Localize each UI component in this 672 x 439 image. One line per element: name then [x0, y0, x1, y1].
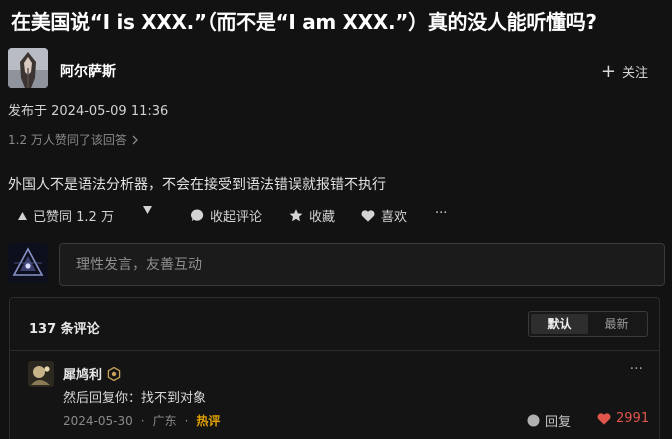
- follow-button[interactable]: + 关注: [600, 61, 648, 82]
- comment-item: 犀鸠利 ··· 然后回复你：找不到对象 2024-05-30 · 广东 · 热评…: [28, 361, 649, 439]
- downvote-button[interactable]: [143, 206, 152, 214]
- like-button[interactable]: 喜欢: [361, 206, 407, 225]
- author-row: 阿尔萨斯 + 关注: [8, 48, 664, 92]
- more-icon: ···: [435, 206, 448, 221]
- comment-count: 137 条评论: [29, 322, 100, 337]
- comment-bubble-icon: [191, 209, 204, 222]
- favorite-label: 收藏: [309, 210, 336, 225]
- sort-toggle: 默认 最新: [528, 311, 648, 337]
- answer-body: 外国人不是语法分析器，不会在接受到语法错误就报错不执行: [8, 177, 386, 193]
- question-title[interactable]: 在美国说“I is XXX.”（而不是“I am XXX.”）真的没人能听懂吗?: [11, 6, 597, 35]
- publish-time: 发布于 2024-05-09 11:36: [8, 104, 169, 119]
- sort-default-tab[interactable]: 默认: [531, 314, 588, 334]
- agree-summary-link[interactable]: 1.2 万人赞同了该回答: [8, 131, 139, 148]
- collapse-comments-label: 收起评论: [210, 210, 263, 225]
- follow-label: 关注: [621, 66, 648, 81]
- reply-label: 回复: [545, 415, 572, 430]
- agree-summary-text: 1.2 万人赞同了该回答: [8, 133, 127, 147]
- user-badge-icon: [107, 366, 121, 381]
- favorite-button[interactable]: 收藏: [289, 206, 335, 225]
- commenter-name[interactable]: 犀鸠利: [63, 364, 102, 383]
- triangle-down-icon: [143, 206, 152, 214]
- heart-icon: [361, 209, 375, 222]
- like-label: 喜欢: [381, 210, 408, 225]
- triangle-up-icon: [18, 211, 27, 220]
- comment-meta: 2024-05-30 · 广东 · 热评: [63, 412, 220, 429]
- plus-icon: +: [600, 61, 616, 82]
- author-avatar[interactable]: [8, 48, 48, 88]
- sort-latest-tab[interactable]: 最新: [588, 314, 645, 334]
- comment-like-count: 2991: [616, 411, 650, 426]
- meta-separator: ·: [140, 413, 145, 428]
- reply-button[interactable]: 回复: [527, 411, 571, 430]
- hot-comment-badge: 热评: [196, 414, 221, 428]
- comment-like-button[interactable]: 2991: [597, 411, 649, 426]
- chevron-right-icon: [132, 135, 138, 144]
- comment-more-button[interactable]: ···: [630, 361, 643, 377]
- more-actions-button[interactable]: ···: [435, 206, 447, 221]
- upvote-label: 已赞同 1.2 万: [33, 210, 114, 225]
- comment-input[interactable]: [59, 243, 665, 286]
- answer-actions: 已赞同 1.2 万 收起评论 收藏 喜欢 ···: [0, 206, 672, 228]
- comment-text: 然后回复你：找不到对象: [63, 391, 207, 406]
- comment-date: 2024-05-30: [63, 413, 133, 428]
- author-name[interactable]: 阿尔萨斯: [60, 61, 116, 81]
- comments-panel: 137 条评论 默认 最新 犀鸠利 ··· 然后回复你：找不到对象 2024-0…: [9, 297, 660, 439]
- upvote-button[interactable]: 已赞同 1.2 万: [18, 206, 114, 225]
- commenter-name-row: 犀鸠利: [63, 364, 121, 383]
- heart-icon: [597, 412, 611, 425]
- commenter-avatar[interactable]: [28, 361, 54, 387]
- comment-location: 广东: [152, 414, 177, 428]
- comments-header: 137 条评论 默认 最新: [10, 298, 659, 351]
- star-icon: [289, 209, 303, 222]
- comment-compose: [8, 243, 665, 287]
- reply-bubble-icon: [527, 414, 540, 427]
- my-avatar: [8, 243, 48, 283]
- meta-separator: ·: [184, 413, 189, 428]
- collapse-comments-button[interactable]: 收起评论: [191, 206, 262, 225]
